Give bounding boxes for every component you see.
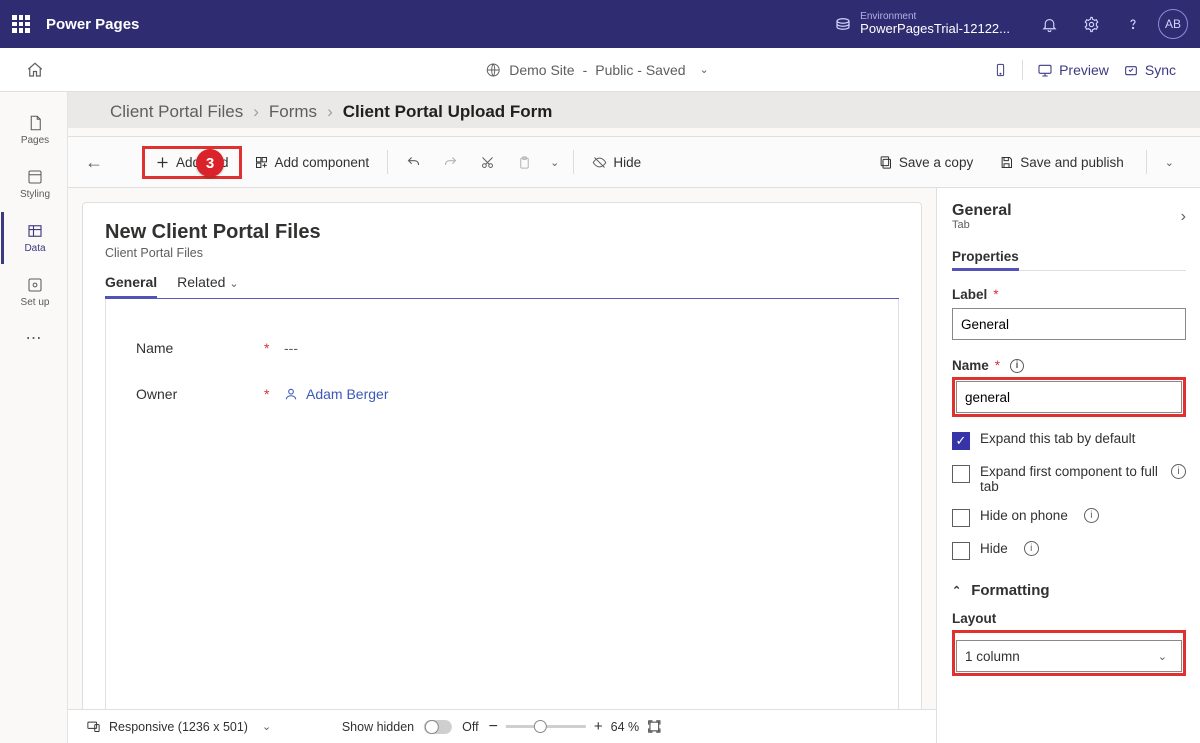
globe-icon	[485, 62, 501, 78]
field-row-name[interactable]: Name * ---	[136, 325, 868, 371]
top-bar: Power Pages Environment PowerPagesTrial-…	[0, 0, 1200, 48]
mobile-preview-icon[interactable]	[993, 61, 1008, 79]
add-field-button[interactable]: Add field	[145, 149, 239, 176]
data-icon	[26, 222, 44, 240]
breadcrumb-item[interactable]: Forms	[269, 102, 317, 122]
name-input[interactable]	[956, 381, 1182, 413]
page-icon	[26, 114, 44, 132]
info-icon[interactable]: i	[1084, 508, 1099, 523]
paste-button[interactable]	[507, 149, 542, 176]
form-tabs: General Related⌄	[105, 274, 899, 299]
breadcrumb: Client Portal Files › Forms › Client Por…	[68, 92, 1200, 136]
collapse-pane-icon[interactable]: ›	[1181, 208, 1186, 226]
chk-expand-full[interactable]: Expand first component to full tab i	[952, 464, 1186, 494]
checkbox-checked-icon: ✓	[952, 432, 970, 450]
form-card: New Client Portal Files Client Portal Fi…	[82, 202, 922, 743]
form-title: New Client Portal Files	[105, 221, 899, 244]
layout-select[interactable]: 1 column ⌄	[956, 640, 1182, 672]
nav-styling[interactable]: Styling	[1, 158, 67, 210]
waffle-icon[interactable]	[12, 15, 30, 33]
nav-setup[interactable]: Set up	[1, 266, 67, 318]
person-icon	[284, 387, 298, 401]
info-icon[interactable]: i	[1024, 541, 1039, 556]
redbox-addfield: Add field	[142, 146, 242, 179]
chk-hide-phone[interactable]: Hide on phone i	[952, 508, 1186, 527]
undo-button[interactable]	[396, 149, 431, 176]
zoom-pct: 64 %	[611, 720, 640, 734]
site-selector[interactable]: Demo Site - Public - Saved ⌄	[485, 62, 715, 78]
rp-title: General	[952, 202, 1012, 220]
help-icon[interactable]	[1116, 7, 1150, 41]
sync-button[interactable]: Sync	[1123, 62, 1176, 78]
rp-tab-properties[interactable]: Properties	[952, 249, 1019, 270]
chevron-down-icon[interactable]: ⌄	[256, 720, 277, 733]
owner-value[interactable]: Adam Berger	[306, 386, 388, 402]
hide-button[interactable]: Hide	[582, 149, 651, 176]
tab-related[interactable]: Related⌄	[177, 274, 238, 298]
responsive-label[interactable]: Responsive (1236 x 501)	[109, 720, 248, 734]
responsive-icon[interactable]	[86, 719, 101, 734]
nav-more[interactable]: ⋯	[26, 328, 42, 348]
show-hidden-toggle[interactable]	[424, 720, 452, 734]
show-hidden-label: Show hidden	[342, 720, 414, 734]
chevron-down-icon[interactable]: ⌄	[544, 156, 565, 169]
site-name: Demo Site	[509, 62, 574, 78]
checkbox-icon	[952, 465, 970, 483]
label-input[interactable]	[952, 308, 1186, 340]
setup-icon	[26, 276, 44, 294]
cut-button[interactable]	[470, 149, 505, 176]
status-bar: Responsive (1236 x 501) ⌄ Show hidden Of…	[68, 709, 936, 743]
tab-general[interactable]: General	[105, 274, 157, 298]
left-nav: Pages Styling Data Set up ⋯	[0, 92, 68, 743]
preview-label: Preview	[1059, 62, 1109, 78]
avatar[interactable]: AB	[1158, 9, 1188, 39]
field-row-owner[interactable]: Owner * Adam Berger	[136, 371, 868, 417]
toggle-state: Off	[462, 720, 478, 734]
chevron-down-icon: ⌄	[1152, 650, 1173, 663]
preview-button[interactable]: Preview	[1037, 62, 1109, 78]
info-icon[interactable]: i	[1010, 359, 1024, 373]
redbox-layout: 1 column ⌄	[952, 630, 1186, 676]
callout-3: 3	[196, 149, 224, 177]
form-subtitle: Client Portal Files	[105, 246, 899, 260]
nav-data[interactable]: Data	[1, 212, 67, 264]
site-state: Public - Saved	[595, 62, 685, 78]
form-canvas: New Client Portal Files Client Portal Fi…	[68, 188, 936, 743]
environment-icon	[834, 15, 852, 33]
formatting-header[interactable]: ⌃ Formatting	[952, 582, 1186, 599]
rp-sub: Tab	[952, 219, 1012, 231]
site-bar: Demo Site - Public - Saved ⌄ Preview Syn…	[0, 48, 1200, 92]
redo-button[interactable]	[433, 149, 468, 176]
save-copy-button[interactable]: Save a copy	[868, 149, 983, 176]
info-icon[interactable]: i	[1171, 464, 1186, 479]
back-button[interactable]: ←	[78, 152, 110, 173]
redbox-name-input	[952, 377, 1186, 417]
brand-title: Power Pages	[46, 16, 139, 33]
main-area: Client Portal Files › Forms › Client Por…	[68, 92, 1200, 743]
environment-name: PowerPagesTrial-12122...	[860, 22, 1010, 36]
add-component-button[interactable]: Add component	[244, 149, 380, 176]
home-icon[interactable]	[24, 59, 46, 81]
chevron-down-icon[interactable]: ⌄	[1159, 156, 1180, 169]
sync-label: Sync	[1145, 62, 1176, 78]
environment-picker[interactable]: Environment PowerPagesTrial-12122...	[834, 11, 1010, 36]
form-toolbar: ← 3 Add field Add component ⌄	[68, 136, 1200, 188]
properties-pane: General Tab › Properties Label* Name* i …	[936, 188, 1200, 743]
chevron-down-icon: ⌄	[694, 63, 715, 76]
chk-expand-default[interactable]: ✓ Expand this tab by default	[952, 431, 1186, 450]
fields-section[interactable]: Name * --- Owner * Adam Berger	[105, 299, 899, 738]
styling-icon	[26, 168, 44, 186]
nav-pages[interactable]: Pages	[1, 104, 67, 156]
zoom-control[interactable]: − + 64 %	[489, 718, 663, 736]
chk-hide[interactable]: Hide i	[952, 541, 1186, 560]
checkbox-icon	[952, 509, 970, 527]
breadcrumb-item[interactable]: Client Portal Files	[110, 102, 243, 122]
breadcrumb-current: Client Portal Upload Form	[343, 102, 553, 122]
save-publish-button[interactable]: Save and publish	[989, 149, 1134, 176]
settings-icon[interactable]	[1074, 7, 1108, 41]
notification-icon[interactable]	[1032, 7, 1066, 41]
checkbox-icon	[952, 542, 970, 560]
